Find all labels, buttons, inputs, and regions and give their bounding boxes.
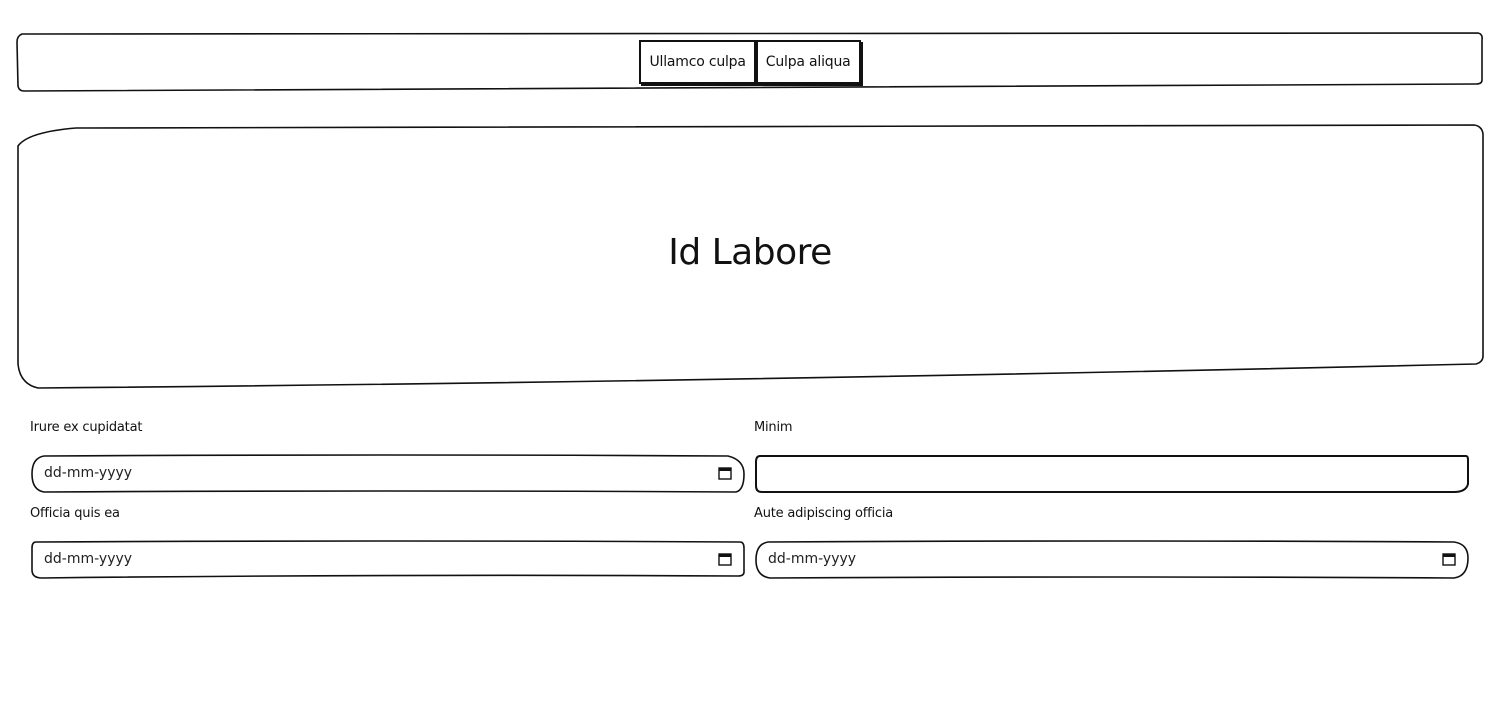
nav-button-ullamco-culpa[interactable]: Ullamco culpa — [639, 40, 756, 84]
calendar-icon[interactable] — [718, 552, 732, 566]
date-input-irure-ex-cupidatat[interactable] — [34, 457, 738, 489]
field-minim: Minim — [754, 420, 1470, 494]
nav-button-culpa-aliqua[interactable]: Culpa aliqua — [755, 40, 861, 84]
field-label: Irure ex cupidatat — [30, 420, 143, 435]
hero-panel: Id Labore — [16, 124, 1484, 390]
field-label: Officia quis ea — [30, 506, 120, 521]
top-nav-bar: Ullamco culpa Culpa aliqua — [16, 31, 1484, 92]
field-aute-adipiscing-officia: Aute adipiscing officia — [754, 506, 1470, 580]
field-irure-ex-cupidatat: Irure ex cupidatat — [30, 420, 746, 494]
date-input-wrapper — [30, 454, 746, 494]
text-input-minim[interactable] — [758, 457, 1462, 489]
date-input-aute-adipiscing-officia[interactable] — [758, 543, 1462, 575]
date-input-wrapper — [30, 540, 746, 580]
nav-button-group: Ullamco culpa Culpa aliqua — [16, 32, 1484, 92]
hero-title: Id Labore — [668, 231, 832, 273]
field-label: Minim — [754, 420, 793, 435]
calendar-icon[interactable] — [1442, 552, 1456, 566]
field-officia-quis-ea: Officia quis ea — [30, 506, 746, 580]
date-input-wrapper — [754, 540, 1470, 580]
calendar-icon[interactable] — [718, 466, 732, 480]
field-label: Aute adipiscing officia — [754, 506, 894, 521]
date-input-officia-quis-ea[interactable] — [34, 543, 738, 575]
text-input-wrapper — [754, 454, 1470, 494]
